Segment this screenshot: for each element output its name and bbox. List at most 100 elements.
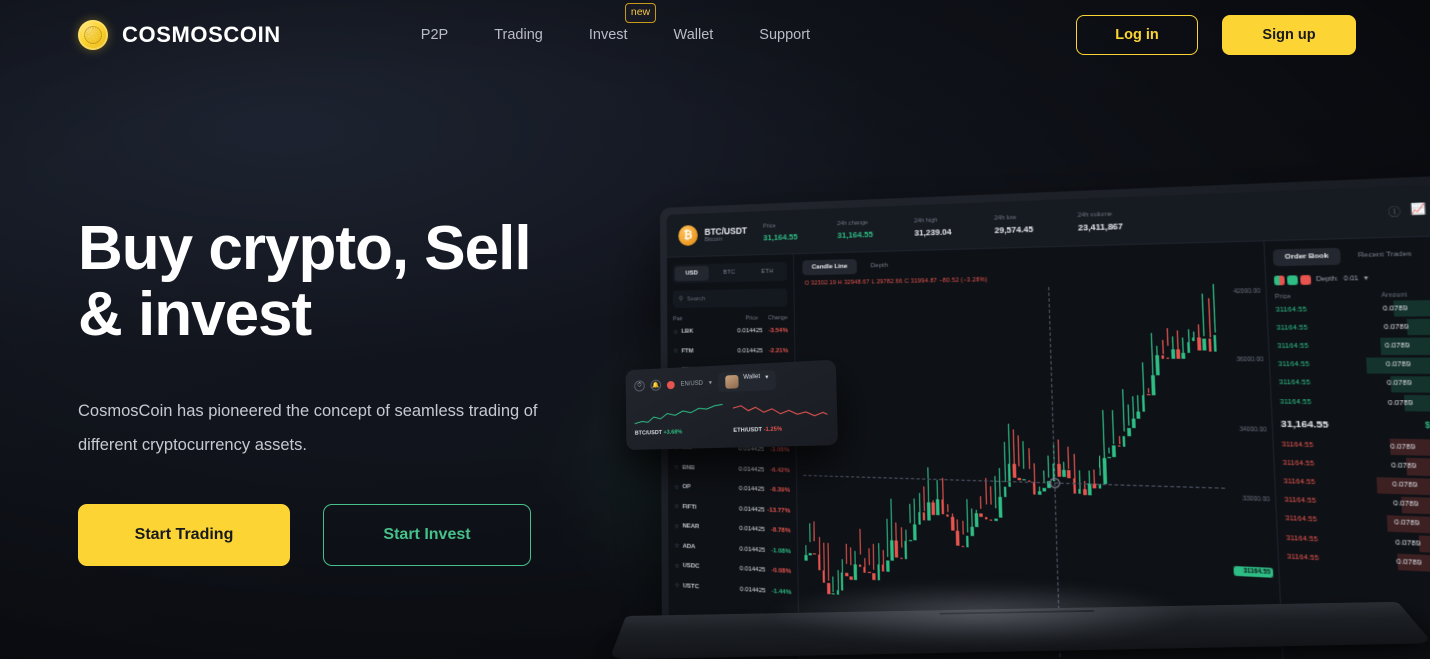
column-change[interactable]: Change	[758, 315, 788, 322]
avatar	[724, 374, 739, 389]
chevron-down-icon-depth[interactable]: ▾	[1364, 275, 1368, 282]
ob-amount: 0.0789	[1394, 519, 1420, 529]
star-icon[interactable]: ☆	[673, 328, 678, 335]
depth-view-toggles[interactable]	[1273, 275, 1312, 286]
candle	[922, 486, 926, 521]
market-price: 0.014425	[738, 486, 765, 494]
ob-price: 31164.55	[1277, 361, 1310, 369]
candle	[1107, 447, 1111, 458]
nav-item-p2p[interactable]: P2P	[421, 23, 448, 47]
sparkline-card-eth[interactable]: ETH/USDT -1.25%	[733, 398, 828, 434]
order-book-row[interactable]: 31164.55 0.07890.9280	[1275, 298, 1430, 319]
star-icon[interactable]: ☆	[674, 523, 679, 531]
market-row[interactable]: ☆ LBK 0.014425 -3.54%	[673, 321, 788, 341]
candle	[849, 547, 853, 580]
market-tab-btc[interactable]: BTC	[712, 265, 747, 280]
price-tick: 42000.00	[1233, 287, 1261, 296]
market-symbol: FIFTI	[682, 503, 697, 511]
view-asks-icon[interactable]	[1300, 275, 1312, 285]
sparkline-card-btc[interactable]: BTC/USDT +3.68%	[634, 402, 723, 437]
column-price[interactable]: Price	[718, 315, 758, 322]
order-book-panel: Order Book Recent Trades Depth: 0.01 ▾ T…	[1265, 236, 1430, 659]
ob-amount: 0.0789	[1386, 380, 1412, 388]
market-tab-eth[interactable]: ETH	[749, 264, 785, 280]
ticker-value: 31,164.55	[837, 228, 874, 240]
order-book-row[interactable]: 31164.55 0.07890.9280	[1277, 337, 1430, 356]
candle	[1136, 394, 1141, 419]
ob-amount: 0.0789	[1382, 304, 1408, 313]
order-book-controls: Depth: 0.01 ▾ Total ▾	[1273, 272, 1430, 286]
nav-item-support[interactable]: Support	[759, 23, 810, 47]
locale-selector[interactable]: EN/USD	[681, 380, 703, 387]
candle	[904, 529, 908, 559]
market-row[interactable]: ☆ FTM 0.014425 -2.21%	[673, 341, 788, 361]
wallet-dropdown[interactable]: Wallet ▾	[717, 369, 776, 393]
star-icon[interactable]: ☆	[674, 483, 679, 491]
signup-button[interactable]: Sign up	[1222, 15, 1356, 55]
candle	[994, 476, 998, 521]
market-change: -2.21%	[768, 347, 789, 355]
star-icon[interactable]: ☆	[674, 503, 679, 511]
info-icon[interactable]: ⓘ	[1388, 203, 1401, 219]
cta-row: Start Trading Start Invest	[78, 504, 638, 566]
star-icon[interactable]: ☆	[674, 582, 679, 590]
order-book-midprice: 31,164.55 $31,164.55	[1280, 411, 1430, 439]
market-search-input[interactable]: ⚲ Search	[672, 288, 788, 309]
start-invest-button[interactable]: Start Invest	[323, 504, 531, 566]
ticker-cell-change: 24h change 31,164.55	[837, 218, 897, 239]
view-bids-icon[interactable]	[1287, 275, 1298, 286]
candle	[1127, 404, 1131, 437]
candle	[1017, 435, 1021, 481]
product-mockup: ₿ BTC/USDT Bitcoin Price 31,164.55 24h c…	[609, 174, 1430, 659]
star-icon[interactable]: ☆	[674, 542, 679, 550]
ticker-cell-high: 24h high 31,239.04	[914, 215, 977, 237]
market-price: 0.014425	[738, 466, 765, 474]
market-change: -3.54%	[768, 328, 788, 335]
ticker-pair-block[interactable]: ₿ BTC/USDT Bitcoin	[678, 223, 747, 246]
column-pair[interactable]: Pair	[673, 316, 718, 322]
order-book-row[interactable]: 31164.55 0.07890.9280	[1276, 317, 1430, 337]
market-tab-usd[interactable]: USD	[674, 265, 709, 282]
nav-item-trading[interactable]: Trading	[494, 23, 543, 47]
candle	[822, 542, 826, 583]
chevron-down-icon-locale[interactable]: ▾	[709, 379, 712, 386]
ticker-label: Price	[763, 222, 777, 230]
order-book-row[interactable]: 31164.55 0.07890.9280	[1278, 374, 1430, 394]
sparkline-change-eth: -1.25%	[763, 426, 783, 434]
candle	[1032, 463, 1037, 495]
candle	[970, 508, 974, 536]
candle	[1078, 469, 1082, 494]
candle	[1121, 388, 1126, 447]
chart-icon[interactable]: 📈	[1411, 202, 1427, 218]
market-price: 0.014425	[739, 546, 766, 554]
candle	[913, 498, 917, 541]
candle	[961, 520, 965, 548]
chart-tab-candle[interactable]: Candle Line	[802, 259, 858, 276]
star-icon[interactable]: ☆	[673, 348, 678, 355]
mid-value: $31,164.55	[1425, 421, 1430, 431]
market-price: 0.014425	[737, 328, 763, 335]
market-symbol: ADA	[682, 543, 696, 551]
ob-price: 31164.55	[1285, 534, 1319, 544]
floating-wallet-widget: ⏱ 🔔 EN/USD ▾ Wallet ▾ BTC/USDT +3.68% ET…	[625, 359, 839, 451]
market-price: 0.014425	[739, 505, 765, 514]
nav-item-invest[interactable]: Invest new	[589, 3, 657, 47]
nav-item-wallet[interactable]: Wallet	[674, 23, 714, 47]
view-both-icon[interactable]	[1273, 275, 1285, 286]
star-icon[interactable]: ☆	[674, 464, 679, 471]
star-icon[interactable]: ☆	[674, 562, 679, 570]
order-book-row[interactable]: 31164.55 0.07890.9280	[1278, 356, 1430, 375]
ob-total: 0.9280	[1410, 361, 1430, 369]
candle	[908, 504, 912, 541]
sparkline-change-btc: +3.68%	[663, 429, 683, 436]
tab-order-book[interactable]: Order Book	[1272, 247, 1341, 267]
start-trading-button[interactable]: Start Trading	[78, 504, 290, 566]
chart-tab-depth[interactable]: Depth	[861, 258, 898, 274]
brand-logo[interactable]: COSMOSCOIN	[78, 20, 281, 50]
tab-recent-trades[interactable]: Recent Trades	[1345, 246, 1424, 265]
ticker-cell-volume: 24h volume 23,411,867	[1077, 209, 1145, 233]
order-book-row[interactable]: 31164.55 0.07890.9280	[1279, 393, 1430, 414]
bell-icon[interactable]: 🔔	[650, 379, 662, 392]
login-button[interactable]: Log in	[1076, 15, 1198, 55]
depth-value[interactable]: 0.01	[1344, 275, 1359, 283]
